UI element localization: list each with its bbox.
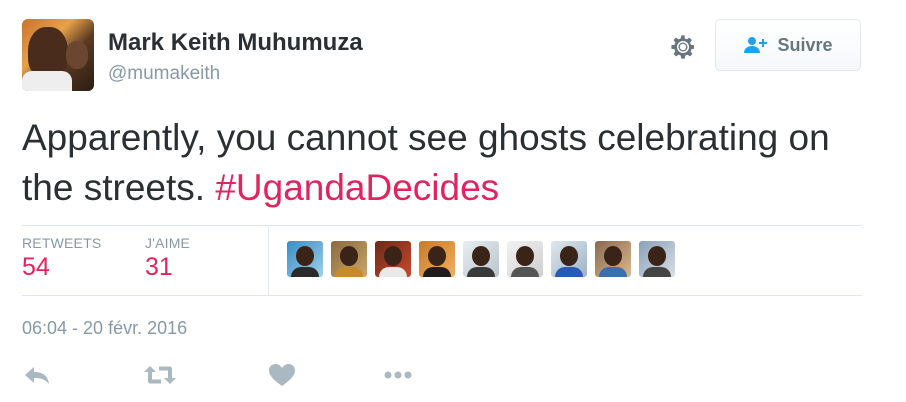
tweet-card: Mark Keith Muhumuza @mumakeith Suivre Ap… [0,0,906,402]
likes-stat[interactable]: J'AIME 31 [145,235,190,282]
gear-icon[interactable] [669,33,697,61]
liker-avatar[interactable] [375,241,411,277]
retweets-label: RETWEETS [22,235,102,251]
retweets-stat[interactable]: RETWEETS 54 [22,235,101,282]
liker-avatar[interactable] [463,241,499,277]
retweet-icon[interactable] [143,362,177,388]
liker-avatar[interactable] [507,241,543,277]
tweet-timestamp[interactable]: 06:04 - 20 févr. 2016 [22,318,187,339]
likes-count: 31 [145,253,173,281]
add-user-icon [744,37,768,53]
follow-button[interactable]: Suivre [715,19,861,71]
user-handle[interactable]: @mumakeith [108,63,220,85]
liker-avatar[interactable] [639,241,675,277]
likers-avatars [287,241,675,277]
heart-icon[interactable] [267,362,297,388]
liker-avatar[interactable] [287,241,323,277]
follow-button-label: Suivre [777,34,833,55]
avatar-background-person [66,41,88,69]
tweet-text: Apparently, you cannot see ghosts celebr… [22,113,882,213]
liker-avatar[interactable] [419,241,455,277]
liker-avatar[interactable] [595,241,631,277]
tweet-stats: RETWEETS 54 J'AIME 31 [22,225,862,295]
likes-label: J'AIME [145,235,191,251]
liker-avatar[interactable] [551,241,587,277]
reply-icon[interactable] [22,362,52,388]
hashtag-link[interactable]: #UgandaDecides [215,167,499,208]
more-icon[interactable] [383,362,413,388]
retweets-count: 54 [22,253,50,281]
divider-bottom [22,295,862,296]
liker-avatar[interactable] [331,241,367,277]
avatar[interactable] [22,19,94,91]
avatar-shirt [22,71,72,91]
user-name[interactable]: Mark Keith Muhumuza [108,29,363,57]
stats-separator [268,225,269,295]
